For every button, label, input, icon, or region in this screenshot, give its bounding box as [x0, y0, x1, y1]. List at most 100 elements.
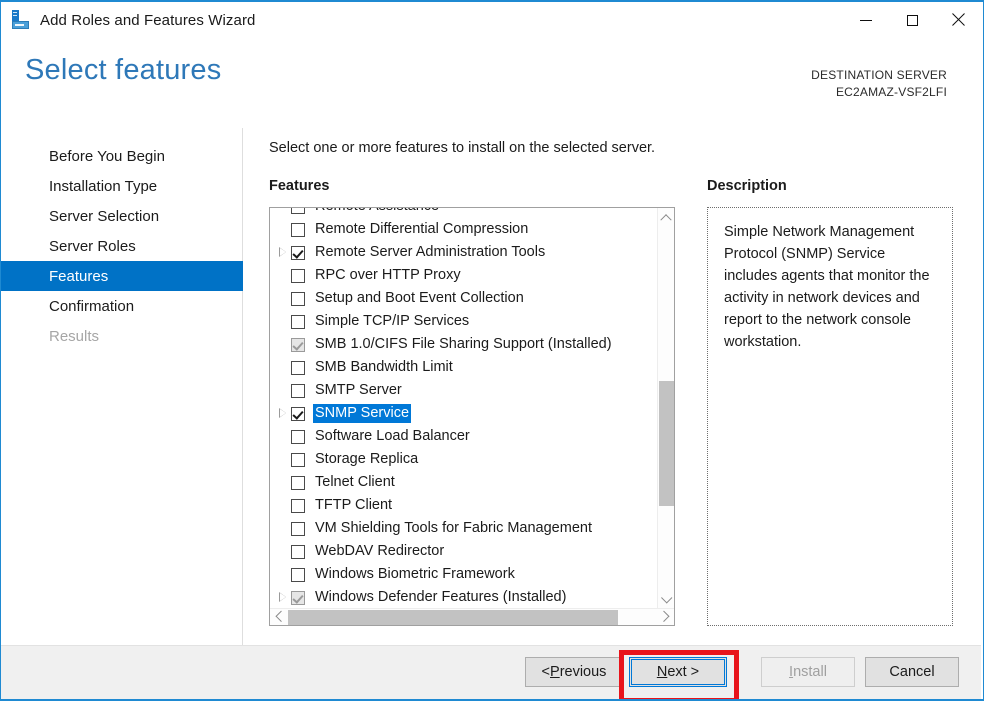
feature-checkbox[interactable]: [291, 475, 305, 490]
feature-row[interactable]: Windows Defender Features (Installed): [270, 586, 658, 608]
feature-row[interactable]: WebDAV Redirector: [270, 540, 658, 563]
features-list-vertical-scrollbar[interactable]: [657, 208, 674, 608]
feature-row[interactable]: Remote Server Administration Tools: [270, 241, 658, 264]
main-content: Select one or more features to install o…: [244, 128, 981, 646]
feature-checkbox[interactable]: [291, 360, 305, 375]
minimize-icon: [860, 19, 872, 21]
sidebar-item-before-you-begin[interactable]: Before You Begin: [1, 141, 242, 171]
scroll-down-button[interactable]: [658, 591, 674, 608]
feature-row[interactable]: TFTP Client: [270, 494, 658, 517]
features-list-box[interactable]: Remote Assistance Remote Differential Com…: [269, 207, 675, 626]
feature-row[interactable]: Storage Replica: [270, 448, 658, 471]
feature-checkbox[interactable]: [291, 208, 305, 214]
feature-checkbox[interactable]: [291, 429, 305, 444]
feature-checkbox[interactable]: [291, 452, 305, 467]
feature-label: Telnet Client: [315, 474, 395, 490]
feature-checkbox[interactable]: [291, 222, 305, 237]
destination-server-label: DESTINATION SERVER: [811, 68, 947, 82]
feature-checkbox[interactable]: [291, 498, 305, 513]
description-section-label: Description: [707, 178, 787, 194]
sidebar-item-server-selection[interactable]: Server Selection: [1, 201, 242, 231]
sidebar-item-server-roles[interactable]: Server Roles: [1, 231, 242, 261]
features-list-viewport: Remote Assistance Remote Differential Com…: [270, 208, 658, 608]
feature-label: Windows Defender Features (Installed): [315, 589, 567, 605]
feature-row[interactable]: Simple TCP/IP Services: [270, 310, 658, 333]
feature-checkbox[interactable]: [291, 406, 305, 421]
feature-label: Remote Assistance: [313, 208, 441, 216]
feature-row[interactable]: VM Shielding Tools for Fabric Management: [270, 517, 658, 540]
server-icon: [10, 9, 32, 31]
feature-label: Remote Differential Compression: [315, 221, 529, 237]
feature-row[interactable]: SNMP Service: [270, 402, 658, 425]
expand-triangle-icon[interactable]: [276, 586, 291, 608]
features-section-label: Features: [269, 178, 330, 194]
minimize-button[interactable]: [843, 2, 889, 38]
feature-checkbox[interactable]: [291, 544, 305, 559]
sidebar-item-features[interactable]: Features: [1, 261, 243, 291]
feature-row[interactable]: Windows Biometric Framework: [270, 563, 658, 586]
feature-row[interactable]: Remote Assistance: [270, 208, 658, 218]
vertical-scroll-thumb[interactable]: [659, 381, 674, 506]
features-list-horizontal-scrollbar[interactable]: [270, 608, 674, 625]
close-button[interactable]: [935, 2, 981, 38]
maximize-button[interactable]: [889, 2, 935, 38]
wizard-window: Add Roles and Features Wizard Select fea…: [0, 0, 984, 701]
feature-label: WebDAV Redirector: [315, 543, 445, 559]
close-icon: [951, 13, 965, 27]
feature-label: Storage Replica: [315, 451, 419, 467]
feature-checkbox[interactable]: [291, 291, 305, 306]
expand-triangle-icon[interactable]: [276, 241, 291, 264]
scroll-up-button[interactable]: [658, 208, 674, 225]
chevron-left-icon: [274, 610, 287, 622]
window-controls: [843, 2, 981, 38]
instruction-text: Select one or more features to install o…: [269, 140, 656, 156]
next-button[interactable]: Next >: [629, 657, 727, 687]
chevron-up-icon: [660, 213, 672, 225]
sidebar-item-label: Features: [49, 267, 109, 285]
feature-label: SMTP Server: [315, 382, 402, 398]
scroll-right-button[interactable]: [657, 609, 674, 625]
sidebar-item-confirmation[interactable]: Confirmation: [1, 291, 242, 321]
feature-row[interactable]: SMTP Server: [270, 379, 658, 402]
scroll-left-button[interactable]: [270, 609, 287, 625]
feature-row[interactable]: Telnet Client: [270, 471, 658, 494]
feature-checkbox[interactable]: [291, 314, 305, 329]
feature-row[interactable]: Software Load Balancer: [270, 425, 658, 448]
feature-row[interactable]: Setup and Boot Event Collection: [270, 287, 658, 310]
horizontal-scroll-thumb[interactable]: [288, 610, 618, 625]
feature-label: Remote Server Administration Tools: [315, 244, 546, 260]
sidebar-item-label: Confirmation: [49, 297, 135, 315]
feature-row[interactable]: SMB 1.0/CIFS File Sharing Support (Insta…: [270, 333, 658, 356]
feature-checkbox[interactable]: [291, 245, 305, 260]
feature-row[interactable]: SMB Bandwidth Limit: [270, 356, 658, 379]
feature-row[interactable]: Remote Differential Compression: [270, 218, 658, 241]
expand-triangle-icon[interactable]: [276, 402, 291, 425]
chevron-down-icon: [661, 591, 673, 604]
features-tree: Remote Assistance Remote Differential Com…: [270, 208, 658, 608]
nav-list: Before You Begin Installation Type Server …: [1, 128, 243, 351]
title-bar: Add Roles and Features Wizard: [1, 2, 981, 38]
feature-row[interactable]: RPC over HTTP Proxy: [270, 264, 658, 287]
feature-label: SMB Bandwidth Limit: [315, 359, 453, 375]
feature-label: SMB 1.0/CIFS File Sharing Support (Insta…: [315, 336, 612, 352]
feature-checkbox[interactable]: [291, 383, 305, 398]
description-text: Simple Network Management Protocol (SNMP…: [724, 224, 930, 350]
sidebar-item-installation-type[interactable]: Installation Type: [1, 171, 242, 201]
feature-checkbox[interactable]: [291, 268, 305, 283]
feature-checkbox[interactable]: [291, 567, 305, 582]
sidebar-item-results: Results: [1, 321, 242, 351]
feature-checkbox[interactable]: [291, 521, 305, 536]
previous-button[interactable]: < Previous: [525, 657, 623, 687]
cancel-button[interactable]: Cancel: [865, 657, 959, 687]
